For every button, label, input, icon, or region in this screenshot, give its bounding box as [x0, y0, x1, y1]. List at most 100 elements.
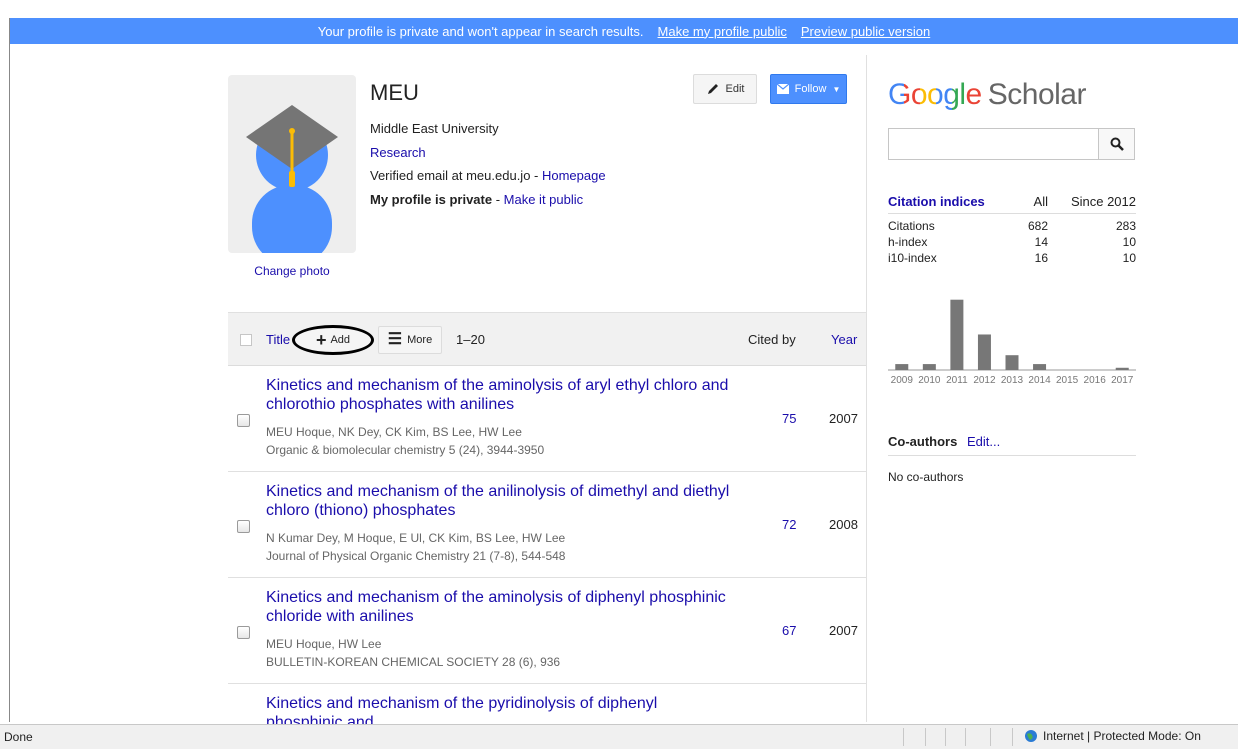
search-button[interactable]: [1098, 128, 1135, 160]
chart-tick-label: 2016: [1084, 375, 1107, 386]
profile-affiliation: Middle East University: [370, 121, 499, 136]
banner-message: Your profile is private and won't appear…: [317, 23, 644, 39]
row-checkbox[interactable]: [237, 520, 250, 533]
sort-by-year[interactable]: Year: [831, 332, 857, 347]
chart-tick-label: 2012: [973, 375, 996, 386]
status-divider: [903, 728, 904, 746]
chart-bar-2009[interactable]: [895, 364, 909, 370]
citation-row: Citations 682 283: [888, 218, 1136, 234]
scholar-search-input[interactable]: [888, 128, 1098, 160]
plus-icon: +: [315, 330, 327, 350]
article-title-link[interactable]: Kinetics and mechanism of the pyridinoly…: [266, 694, 736, 724]
coauthors-header: Co-authors Edit...: [888, 434, 1136, 456]
chart-tick-label: 2017: [1111, 375, 1134, 386]
homepage-link[interactable]: Homepage: [542, 168, 606, 183]
citation-indices-title[interactable]: Citation indices: [888, 192, 1008, 213]
row-checkbox[interactable]: [237, 414, 250, 427]
metric-label: h-index: [888, 235, 928, 249]
add-button-label: Add: [330, 334, 351, 346]
email-text: Verified email at meu.edu.jo -: [370, 168, 542, 183]
chart-tick-label: 2013: [1001, 375, 1024, 386]
article-authors: N Kumar Dey, M Hoque, E Ul, CK Kim, BS L…: [266, 531, 566, 545]
profile-name: MEU: [370, 80, 419, 105]
row-checkbox[interactable]: [237, 626, 250, 639]
security-zone[interactable]: Internet | Protected Mode: On: [1024, 729, 1201, 743]
status-text: Done: [4, 730, 33, 744]
no-coauthors-text: No co-authors: [888, 470, 964, 484]
metric-all: 16: [1034, 251, 1048, 265]
metric-since: 283: [1115, 219, 1136, 233]
search-icon: [1110, 137, 1124, 151]
article-year: 2008: [829, 517, 858, 532]
chart-bar-2011[interactable]: [950, 299, 964, 370]
status-divider: [990, 728, 991, 746]
chart-tick-label: 2009: [891, 375, 914, 386]
security-zone-text: Internet | Protected Mode: On: [1043, 729, 1201, 743]
envelope-icon: [776, 84, 789, 94]
cited-by-link[interactable]: 72: [782, 517, 796, 532]
select-all-checkbox[interactable]: [240, 334, 252, 346]
table-row: Kinetics and mechanism of the aminolysis…: [228, 578, 866, 684]
table-row: Kinetics and mechanism of the aminolysis…: [228, 366, 866, 472]
article-year: 2007: [829, 411, 858, 426]
chart-bar-2014[interactable]: [1033, 364, 1047, 370]
sort-by-cited[interactable]: Cited by: [748, 332, 796, 347]
chart-bar-2017[interactable]: [1115, 367, 1129, 370]
make-profile-public-link[interactable]: Make my profile public: [658, 24, 787, 39]
profile-photo[interactable]: [228, 75, 356, 253]
verified-email: Verified email at meu.edu.jo - Homepage: [370, 168, 606, 183]
articles-table-header: Title + Add ☰ More 1–20 Cited by Year: [228, 312, 866, 366]
col-since-2012: Since 2012: [1070, 194, 1136, 209]
sort-by-title[interactable]: Title: [266, 332, 290, 347]
chart-bar-2012[interactable]: [977, 334, 991, 370]
edit-button-label: Edit: [725, 83, 745, 95]
article-title-link[interactable]: Kinetics and mechanism of the anilinolys…: [266, 482, 736, 520]
coauthors-title: Co-authors: [888, 434, 958, 449]
globe-icon: [1025, 730, 1037, 742]
follow-button[interactable]: Follow ▼: [770, 74, 847, 104]
preview-public-link[interactable]: Preview public version: [801, 24, 930, 39]
chart-tick-label: 2014: [1028, 375, 1051, 386]
chart-bar-2010[interactable]: [922, 364, 936, 370]
metric-label: i10-index: [888, 251, 937, 265]
article-authors: MEU Hoque, HW Lee: [266, 637, 382, 651]
chart-tick-label: 2011: [946, 375, 968, 386]
article-publication: BULLETIN-KOREAN CHEMICAL SOCIETY 28 (6),…: [266, 655, 561, 669]
add-button[interactable]: + Add: [292, 325, 374, 355]
table-row: Kinetics and mechanism of the anilinolys…: [228, 472, 866, 578]
browser-status-bar: Done Internet | Protected Mode: On: [0, 724, 1238, 749]
change-photo-link[interactable]: Change photo: [228, 264, 356, 278]
google-scholar-logo[interactable]: Google Scholar: [888, 78, 1086, 112]
cited-by-link[interactable]: 67: [782, 623, 796, 638]
window-left-border: [9, 18, 10, 722]
follow-button-label: Follow: [794, 83, 827, 95]
metric-since: 10: [1122, 235, 1136, 249]
research-interest-link[interactable]: Research: [370, 145, 426, 160]
metric-all: 14: [1034, 235, 1048, 249]
article-title-link[interactable]: Kinetics and mechanism of the aminolysis…: [266, 376, 736, 414]
privacy-sep: -: [492, 192, 504, 207]
article-title-link[interactable]: Kinetics and mechanism of the aminolysis…: [266, 588, 736, 626]
status-divider: [925, 728, 926, 746]
article-publication: Journal of Physical Organic Chemistry 21…: [266, 549, 566, 563]
chart-bar-2013[interactable]: [1005, 355, 1019, 370]
status-divider: [1012, 728, 1013, 746]
logo-google: Google: [888, 78, 982, 111]
pencil-icon: [707, 84, 718, 94]
more-button[interactable]: ☰ More: [378, 326, 442, 354]
metric-label: Citations: [888, 219, 935, 233]
edit-coauthors-link[interactable]: Edit...: [967, 434, 1000, 449]
make-it-public-link[interactable]: Make it public: [504, 192, 583, 207]
status-divider: [965, 728, 966, 746]
metric-since: 10: [1122, 251, 1136, 265]
edit-button[interactable]: Edit: [693, 74, 757, 104]
chart-tick-label: 2010: [918, 375, 941, 386]
menu-lines-icon: ☰: [387, 331, 403, 348]
chevron-down-icon: ▼: [832, 84, 841, 94]
article-year: 2007: [829, 623, 858, 638]
col-all: All: [1033, 194, 1048, 209]
citation-indices-table: Citation indices All Since 2012 Citation…: [888, 192, 1136, 266]
metric-all: 682: [1027, 219, 1048, 233]
cited-by-link[interactable]: 75: [782, 411, 796, 426]
privacy-banner: Your profile is private and won't appear…: [10, 18, 1238, 44]
